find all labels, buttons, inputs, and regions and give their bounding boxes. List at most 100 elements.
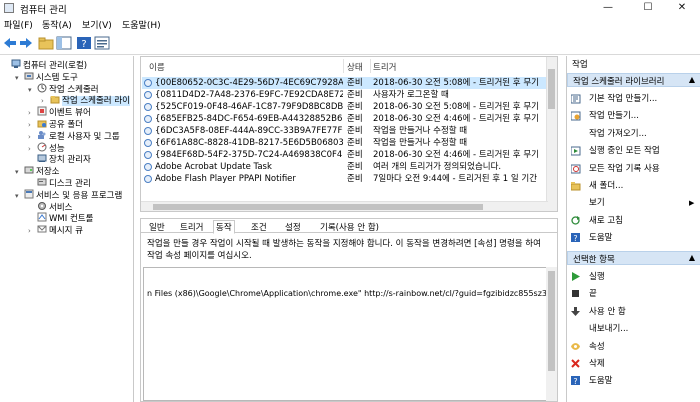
wmi-icon bbox=[37, 212, 47, 222]
action-list[interactable]: n Files (x86)\Google\Chrome\Application\… bbox=[143, 267, 548, 401]
back-arrow-icon[interactable] bbox=[2, 36, 18, 50]
action-item-label: 도움말 bbox=[589, 233, 613, 244]
tree-item[interactable]: WMI 컨트롤 bbox=[28, 212, 94, 225]
task-row[interactable]: Adobe Acrobat Update Task 준비 여러 개의 트리거가 정의… bbox=[142, 161, 550, 173]
menu-view[interactable]: 보기(V) bbox=[82, 18, 112, 31]
detail-tab[interactable]: 조건 bbox=[249, 221, 269, 233]
tree-item[interactable]: 서비스 bbox=[28, 201, 72, 213]
tree-item[interactable]: › 로컬 사용자 및 그룹 bbox=[28, 130, 120, 142]
task-trigger: 작업을 만들거나 수정할 때 bbox=[373, 126, 468, 136]
tree-item[interactable]: 컴퓨터 관리(로컬) bbox=[2, 59, 88, 71]
action-item-label: 사용 안 함 bbox=[589, 306, 626, 317]
minimize-button[interactable]: — bbox=[590, 0, 626, 16]
scroll-thumb[interactable] bbox=[548, 271, 555, 371]
task-status: 준비 bbox=[347, 138, 363, 148]
column-header-status[interactable]: 상태 bbox=[347, 61, 363, 73]
tree-expand-arrow-icon[interactable]: ▾ bbox=[15, 191, 24, 202]
task-row[interactable]: {685EFB25-84DC-F654-69EB-A44328852B65} 준비… bbox=[142, 113, 550, 125]
task-name: {6DC3A5F8-08EF-444A-89CC-33B9A7FE77F0} bbox=[155, 126, 343, 136]
up-folder-icon[interactable] bbox=[38, 36, 54, 50]
column-header-trigger[interactable]: 트리거 bbox=[373, 61, 396, 73]
task-status: 준비 bbox=[347, 126, 363, 136]
task-trigger: 7일마다 오전 9:44에 - 트리거된 후 1 일 기간 bbox=[373, 174, 538, 184]
tree-item[interactable]: › 작업 스케줄러 라이 bbox=[41, 94, 130, 107]
svg-text:?: ? bbox=[573, 377, 577, 386]
menu-help[interactable]: 도움말(H) bbox=[122, 18, 161, 31]
tree-item[interactable]: › 이벤트 뷰어 bbox=[28, 106, 91, 118]
task-row[interactable]: {00E80652-0C3C-4E29-56D7-4EC69C7928A7} 준비… bbox=[142, 77, 550, 89]
collapse-arrow-icon[interactable]: ▲ bbox=[689, 253, 695, 262]
task-row[interactable]: {984EF68D-54F2-375D-7C24-A469838C0F41} 준비… bbox=[142, 149, 550, 161]
show-hide-tree-icon[interactable] bbox=[56, 36, 72, 50]
tree-item[interactable]: ▾ 시스템 도구 bbox=[15, 71, 78, 84]
toolbar: ? bbox=[0, 32, 700, 55]
menu-file[interactable]: 파일(F) bbox=[4, 18, 33, 31]
tree-item-label: 서비스 및 응용 프로그램 bbox=[36, 190, 123, 201]
task-row[interactable]: Adobe Flash Player PPAPI Notifier 준비 7일마다 … bbox=[142, 173, 550, 185]
task-name: Adobe Acrobat Update Task bbox=[155, 162, 272, 172]
tree-item-label: WMI 컨트롤 bbox=[49, 214, 94, 225]
task-list-horizontal-scrollbar[interactable] bbox=[141, 201, 548, 211]
tree-expand-arrow-icon[interactable]: ▾ bbox=[15, 73, 24, 84]
detail-tab[interactable]: 동작 bbox=[213, 220, 235, 234]
shared-folder-icon bbox=[37, 118, 47, 128]
action-command[interactable]: n Files (x86)\Google\Chrome\Application\… bbox=[147, 289, 547, 298]
task-icon bbox=[144, 163, 152, 171]
task-row[interactable]: {0811D4D2-7A48-2376-E9FC-7E92CDA8E728} 준비… bbox=[142, 89, 550, 101]
task-icon bbox=[144, 139, 152, 147]
tree-item[interactable]: › 메시지 큐 bbox=[28, 224, 83, 237]
scroll-thumb[interactable] bbox=[153, 204, 483, 210]
svg-text:?: ? bbox=[573, 234, 577, 243]
column-divider[interactable] bbox=[343, 59, 344, 73]
task-row[interactable]: {6F61A88C-8828-41DB-8217-5E6D5B068035} 준비… bbox=[142, 137, 550, 149]
tree-item-label: 컴퓨터 관리(로컬) bbox=[23, 61, 88, 71]
tree-item[interactable]: ▾ 서비스 및 응용 프로그램 bbox=[15, 189, 123, 202]
detail-tab[interactable]: 설정 bbox=[283, 221, 303, 233]
column-header-name[interactable]: 이름 bbox=[149, 61, 165, 73]
section-header-selected-item[interactable]: 선택한 항목 ▲ bbox=[567, 251, 700, 265]
action-item-label: 모든 작업 기록 사용 bbox=[589, 163, 660, 174]
services-icon bbox=[37, 201, 46, 210]
close-button[interactable]: ✕ bbox=[664, 0, 700, 16]
detail-tab[interactable]: 트리거 bbox=[178, 221, 205, 233]
properties-icon bbox=[571, 342, 580, 351]
task-row[interactable]: {525CF019-0F48-46AF-1C87-79F9D8BC8DB6} 준비… bbox=[142, 101, 550, 113]
scroll-thumb[interactable] bbox=[548, 69, 555, 109]
task-name: Adobe Flash Player PPAPI Notifier bbox=[155, 174, 296, 184]
task-icon bbox=[144, 79, 152, 87]
tree-expand-arrow-icon[interactable]: › bbox=[28, 226, 37, 237]
detail-tab[interactable]: 기록(사용 안 함) bbox=[318, 221, 381, 233]
column-divider[interactable] bbox=[370, 59, 371, 73]
tree-item[interactable]: › 성능 bbox=[28, 142, 65, 154]
actions-pane: 작업 작업 스케줄러 라이브러리 ▲ 기본 작업 만들기... 작업 만들기...… bbox=[566, 56, 700, 402]
tree-expand-arrow-icon[interactable]: ▾ bbox=[28, 85, 37, 96]
action-item-label: 삭제 bbox=[589, 359, 605, 369]
forward-arrow-icon[interactable] bbox=[18, 36, 34, 50]
detail-vertical-scrollbar[interactable] bbox=[546, 267, 557, 401]
task-icon bbox=[144, 115, 152, 123]
detail-tab[interactable]: 일반 bbox=[147, 221, 167, 233]
collapse-arrow-icon[interactable]: ▲ bbox=[689, 75, 695, 84]
properties-icon[interactable] bbox=[94, 36, 110, 50]
section-header-library[interactable]: 작업 스케줄러 라이브러리 ▲ bbox=[567, 73, 700, 87]
task-status: 준비 bbox=[347, 78, 363, 88]
tree-item[interactable]: ▾ 작업 스케줄러 bbox=[28, 83, 99, 96]
task-status: 준비 bbox=[347, 90, 363, 100]
action-item-label: 실행 중인 모든 작업 bbox=[589, 146, 660, 157]
new-folder-icon bbox=[570, 181, 581, 191]
menu-action[interactable]: 동작(A) bbox=[42, 18, 72, 31]
task-list-vertical-scrollbar[interactable] bbox=[546, 57, 557, 211]
task-row[interactable]: {6DC3A5F8-08EF-444A-89CC-33B9A7FE77F0} 준비… bbox=[142, 125, 550, 137]
running-tasks-icon bbox=[570, 146, 581, 156]
tree-item[interactable]: ▾ 저장소 bbox=[15, 165, 59, 178]
help-icon[interactable]: ? bbox=[76, 36, 92, 50]
tree-item[interactable]: 디스크 관리 bbox=[28, 177, 91, 189]
tree-item[interactable]: › 공유 폴더 bbox=[28, 118, 83, 130]
tree-item[interactable]: 장치 관리자 bbox=[28, 153, 91, 165]
tree-expand-arrow-icon[interactable]: ▾ bbox=[15, 167, 24, 178]
task-icon bbox=[144, 127, 152, 135]
task-status: 준비 bbox=[347, 174, 363, 184]
maximize-button[interactable]: ☐ bbox=[630, 0, 666, 16]
task-detail-pane: 일반 트리거 동작 조건 설정 기록(사용 안 함) 작업을 만들 경우 작업이 시작될 … bbox=[140, 218, 558, 402]
action-item-label: 기본 작업 만들기... bbox=[589, 94, 658, 104]
